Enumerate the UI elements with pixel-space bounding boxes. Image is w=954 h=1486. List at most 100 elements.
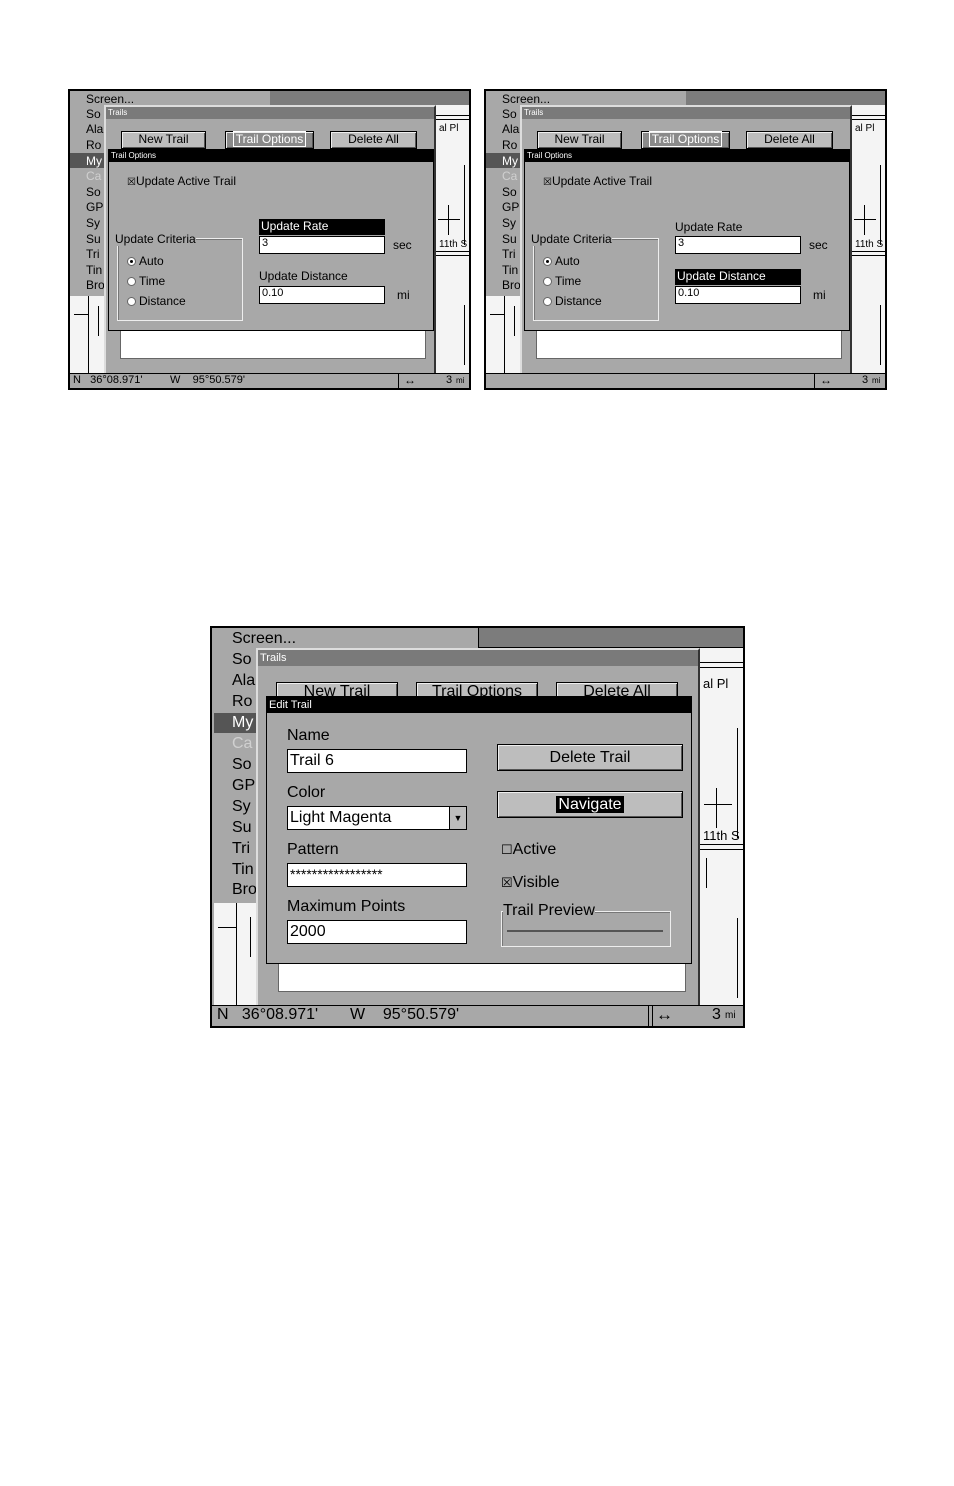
trail-options-dialog: Trail Options ☒Update Active Trail Updat… <box>524 149 850 331</box>
checked-icon: ☒ <box>543 177 552 188</box>
map-scale-unit: mi <box>725 1010 736 1021</box>
menu-item[interactable]: So <box>502 107 517 121</box>
dropdown-arrow-icon[interactable]: ▼ <box>449 807 466 829</box>
menu-item-selected[interactable]: My <box>502 154 518 168</box>
menu-item[interactable]: Sy <box>232 798 251 816</box>
menu-item[interactable]: Tin <box>502 263 518 277</box>
trail-options-button[interactable]: Trail Options <box>641 131 730 149</box>
navigate-button[interactable]: Navigate <box>497 791 683 818</box>
update-distance-input[interactable]: 0.10 <box>675 286 801 304</box>
radio-auto-label: Auto <box>139 254 164 268</box>
menu-item[interactable]: Ca <box>232 735 252 753</box>
radio-distance[interactable]: Distance <box>127 294 186 308</box>
menu-item[interactable]: Bro <box>86 278 105 292</box>
pattern-input[interactable]: ***************** <box>287 863 467 887</box>
trail-preview-label: Trail Preview <box>503 902 595 920</box>
update-rate-label: Update Rate <box>675 220 743 234</box>
trail-options-button[interactable]: Trail Options <box>225 131 314 149</box>
delete-trail-button[interactable]: Delete Trail <box>497 744 683 771</box>
map-label: al Pl <box>855 123 875 134</box>
map-label: 11th S <box>439 239 468 250</box>
menu-item[interactable]: Sy <box>502 216 516 230</box>
map-label: al Pl <box>703 676 729 691</box>
menu-item[interactable]: Bro <box>502 278 521 292</box>
menu-item[interactable]: GP <box>86 200 103 214</box>
menu-item-screen[interactable]: Screen... <box>232 630 296 648</box>
menu-item-screen[interactable]: Screen... <box>502 92 550 106</box>
update-rate-unit: sec <box>393 238 412 252</box>
map-left <box>486 296 520 377</box>
color-select[interactable]: Light Magenta ▼ <box>287 806 467 830</box>
menu-item[interactable]: Su <box>86 232 101 246</box>
menu-item[interactable]: Ala <box>502 122 519 136</box>
update-rate-label: Update Rate <box>259 219 385 235</box>
map-left <box>70 296 104 377</box>
menu-item[interactable]: Tri <box>86 247 100 261</box>
delete-all-button[interactable]: Delete All <box>330 131 417 149</box>
visible-checkbox[interactable]: ☒Visible <box>501 874 560 892</box>
menu-item[interactable]: So <box>86 107 101 121</box>
map-scale-unit: mi <box>872 376 881 385</box>
menu-item-selected[interactable]: My <box>86 154 102 168</box>
edit-trail-dialog: Edit Trail Name Trail 6 Color Light Mage… <box>266 696 692 964</box>
update-distance-input[interactable]: 0.10 <box>259 286 385 304</box>
name-input[interactable]: Trail 6 <box>287 749 467 773</box>
radio-auto[interactable]: Auto <box>127 254 164 268</box>
menu-item[interactable]: Tin <box>86 263 102 277</box>
menu-item[interactable]: Tin <box>232 861 254 879</box>
active-checkbox[interactable]: ☐Active <box>501 841 556 859</box>
update-distance-label: Update Distance <box>675 269 801 285</box>
new-trail-button[interactable]: New Trail <box>537 131 622 149</box>
menu-item[interactable]: Ala <box>232 672 255 690</box>
menu-item[interactable]: Tri <box>502 247 516 261</box>
update-distance-label: Update Distance <box>259 269 348 283</box>
radio-time[interactable]: Time <box>127 274 165 288</box>
zoom-arrow-icon: ↔ <box>404 373 416 387</box>
name-label: Name <box>287 727 330 744</box>
delete-all-button[interactable]: Delete All <box>746 131 833 149</box>
update-rate-input[interactable]: 3 <box>675 236 801 254</box>
pattern-label: Pattern <box>287 841 339 858</box>
menu-item-screen[interactable]: Screen... <box>86 92 134 106</box>
checked-icon: ☒ <box>127 177 136 188</box>
menu-item[interactable]: Ro <box>232 693 252 711</box>
update-distance-unit: mi <box>397 288 410 302</box>
menu-item[interactable]: Ro <box>502 138 517 152</box>
radio-distance[interactable]: Distance <box>543 294 602 308</box>
menu-item[interactable]: Ala <box>86 122 103 136</box>
radio-auto[interactable]: Auto <box>543 254 580 268</box>
menu-item[interactable]: GP <box>232 777 255 795</box>
menu-item[interactable]: Ca <box>502 169 517 183</box>
screenshot-trail-options-rate: Screen... So Ala Ro My Ca So GP Sy Su Tr… <box>68 89 471 390</box>
menu-item[interactable]: GP <box>502 200 519 214</box>
menu-item[interactable]: So <box>86 185 101 199</box>
menu-item[interactable]: Su <box>502 232 517 246</box>
menu-item[interactable]: Su <box>232 819 252 837</box>
update-active-trail-checkbox[interactable]: ☒Update Active Trail <box>127 174 236 188</box>
active-label: Active <box>512 841 557 858</box>
update-active-trail-label: Update Active Trail <box>135 174 237 188</box>
map-scale: 3 <box>446 374 453 386</box>
menu-item[interactable]: So <box>502 185 517 199</box>
trail-list-area <box>120 329 426 359</box>
menu-item[interactable]: Ro <box>86 138 101 152</box>
menu-item[interactable]: Bro <box>232 881 257 899</box>
menu-item-selected[interactable]: My <box>232 714 253 732</box>
radio-auto-label: Auto <box>555 254 580 268</box>
maximum-points-input[interactable]: 2000 <box>287 920 467 944</box>
radio-time-label: Time <box>139 274 166 288</box>
radio-icon <box>127 297 136 307</box>
radio-distance-label: Distance <box>555 294 602 308</box>
menu-item[interactable]: So <box>232 756 252 774</box>
menu-item[interactable]: Sy <box>86 216 100 230</box>
trail-options-title: Trail Options <box>109 150 433 162</box>
update-rate-input[interactable]: 3 <box>259 236 385 254</box>
update-active-trail-checkbox[interactable]: ☒Update Active Trail <box>543 174 652 188</box>
screenshot-trail-options-distance: Screen... So Ala Ro My Ca So GP Sy Su Tr… <box>484 89 887 390</box>
radio-time[interactable]: Time <box>543 274 581 288</box>
menu-item[interactable]: Ca <box>86 169 101 183</box>
menu-item[interactable]: So <box>232 651 252 669</box>
update-distance-unit: mi <box>813 288 826 302</box>
menu-item[interactable]: Tri <box>232 840 250 858</box>
new-trail-button[interactable]: New Trail <box>121 131 206 149</box>
